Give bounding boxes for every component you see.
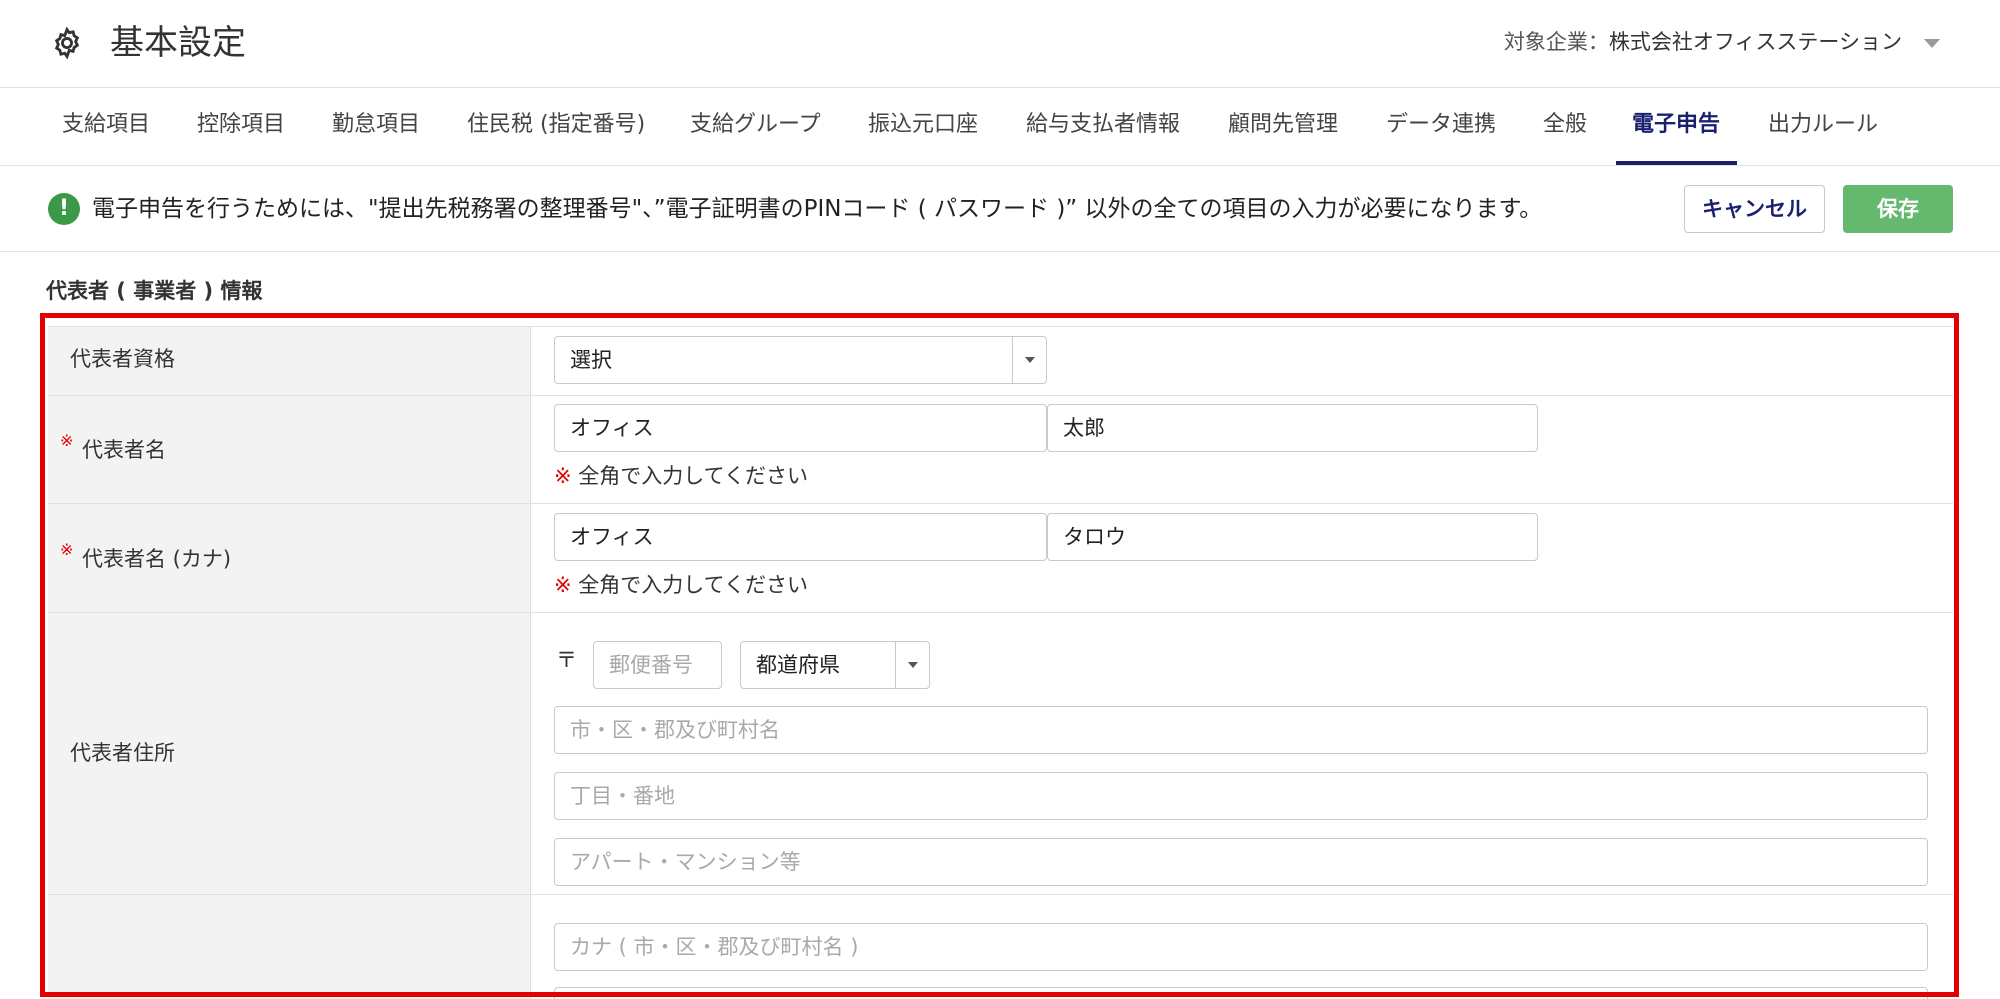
company-label: 対象企業： xyxy=(1503,30,1609,54)
page-header: 基本設定 対象企業：株式会社オフィスステーション xyxy=(0,0,2000,88)
chevron-down-icon[interactable] xyxy=(1924,38,1940,48)
company-selector[interactable]: 対象企業：株式会社オフィスステーション xyxy=(1504,24,1940,60)
tab-transfer-account[interactable]: 振込元口座 xyxy=(868,88,978,166)
exclamation-icon: ! xyxy=(48,193,80,225)
save-button[interactable]: 保存 xyxy=(1843,185,1953,233)
gear-icon xyxy=(54,26,80,60)
tab-e-filing[interactable]: 電子申告 xyxy=(1632,88,1720,166)
tab-output-rules[interactable]: 出力ルール xyxy=(1768,88,1878,166)
page-title: 基本設定 xyxy=(110,23,246,63)
tab-payment-group[interactable]: 支給グループ xyxy=(690,88,821,166)
settings-tabs: 支給項目 控除項目 勤怠項目 住民税 (指定番号) 支給グループ 振込元口座 給… xyxy=(0,88,2000,166)
tab-client-management[interactable]: 顧問先管理 xyxy=(1228,88,1338,166)
section-title: 代表者 ( 事業者 ) 情報 xyxy=(46,279,263,303)
tab-general[interactable]: 全般 xyxy=(1543,88,1587,166)
notice-text: 電子申告を行うためには、"提出先税務署の整理番号"、”電子証明書のPINコード … xyxy=(92,196,1543,222)
cancel-button[interactable]: キャンセル xyxy=(1684,185,1825,233)
tab-attendance-items[interactable]: 勤怠項目 xyxy=(332,88,420,166)
tab-payment-items[interactable]: 支給項目 xyxy=(62,88,150,166)
tab-data-integration[interactable]: データ連携 xyxy=(1386,88,1496,166)
tab-deduction-items[interactable]: 控除項目 xyxy=(197,88,285,166)
highlight-frame xyxy=(40,313,1959,997)
tab-resident-tax[interactable]: 住民税 (指定番号) xyxy=(467,88,645,166)
company-name: 株式会社オフィスステーション xyxy=(1608,30,1902,54)
tab-payer-info[interactable]: 給与支払者情報 xyxy=(1026,88,1180,166)
active-tab-indicator xyxy=(1616,161,1737,165)
